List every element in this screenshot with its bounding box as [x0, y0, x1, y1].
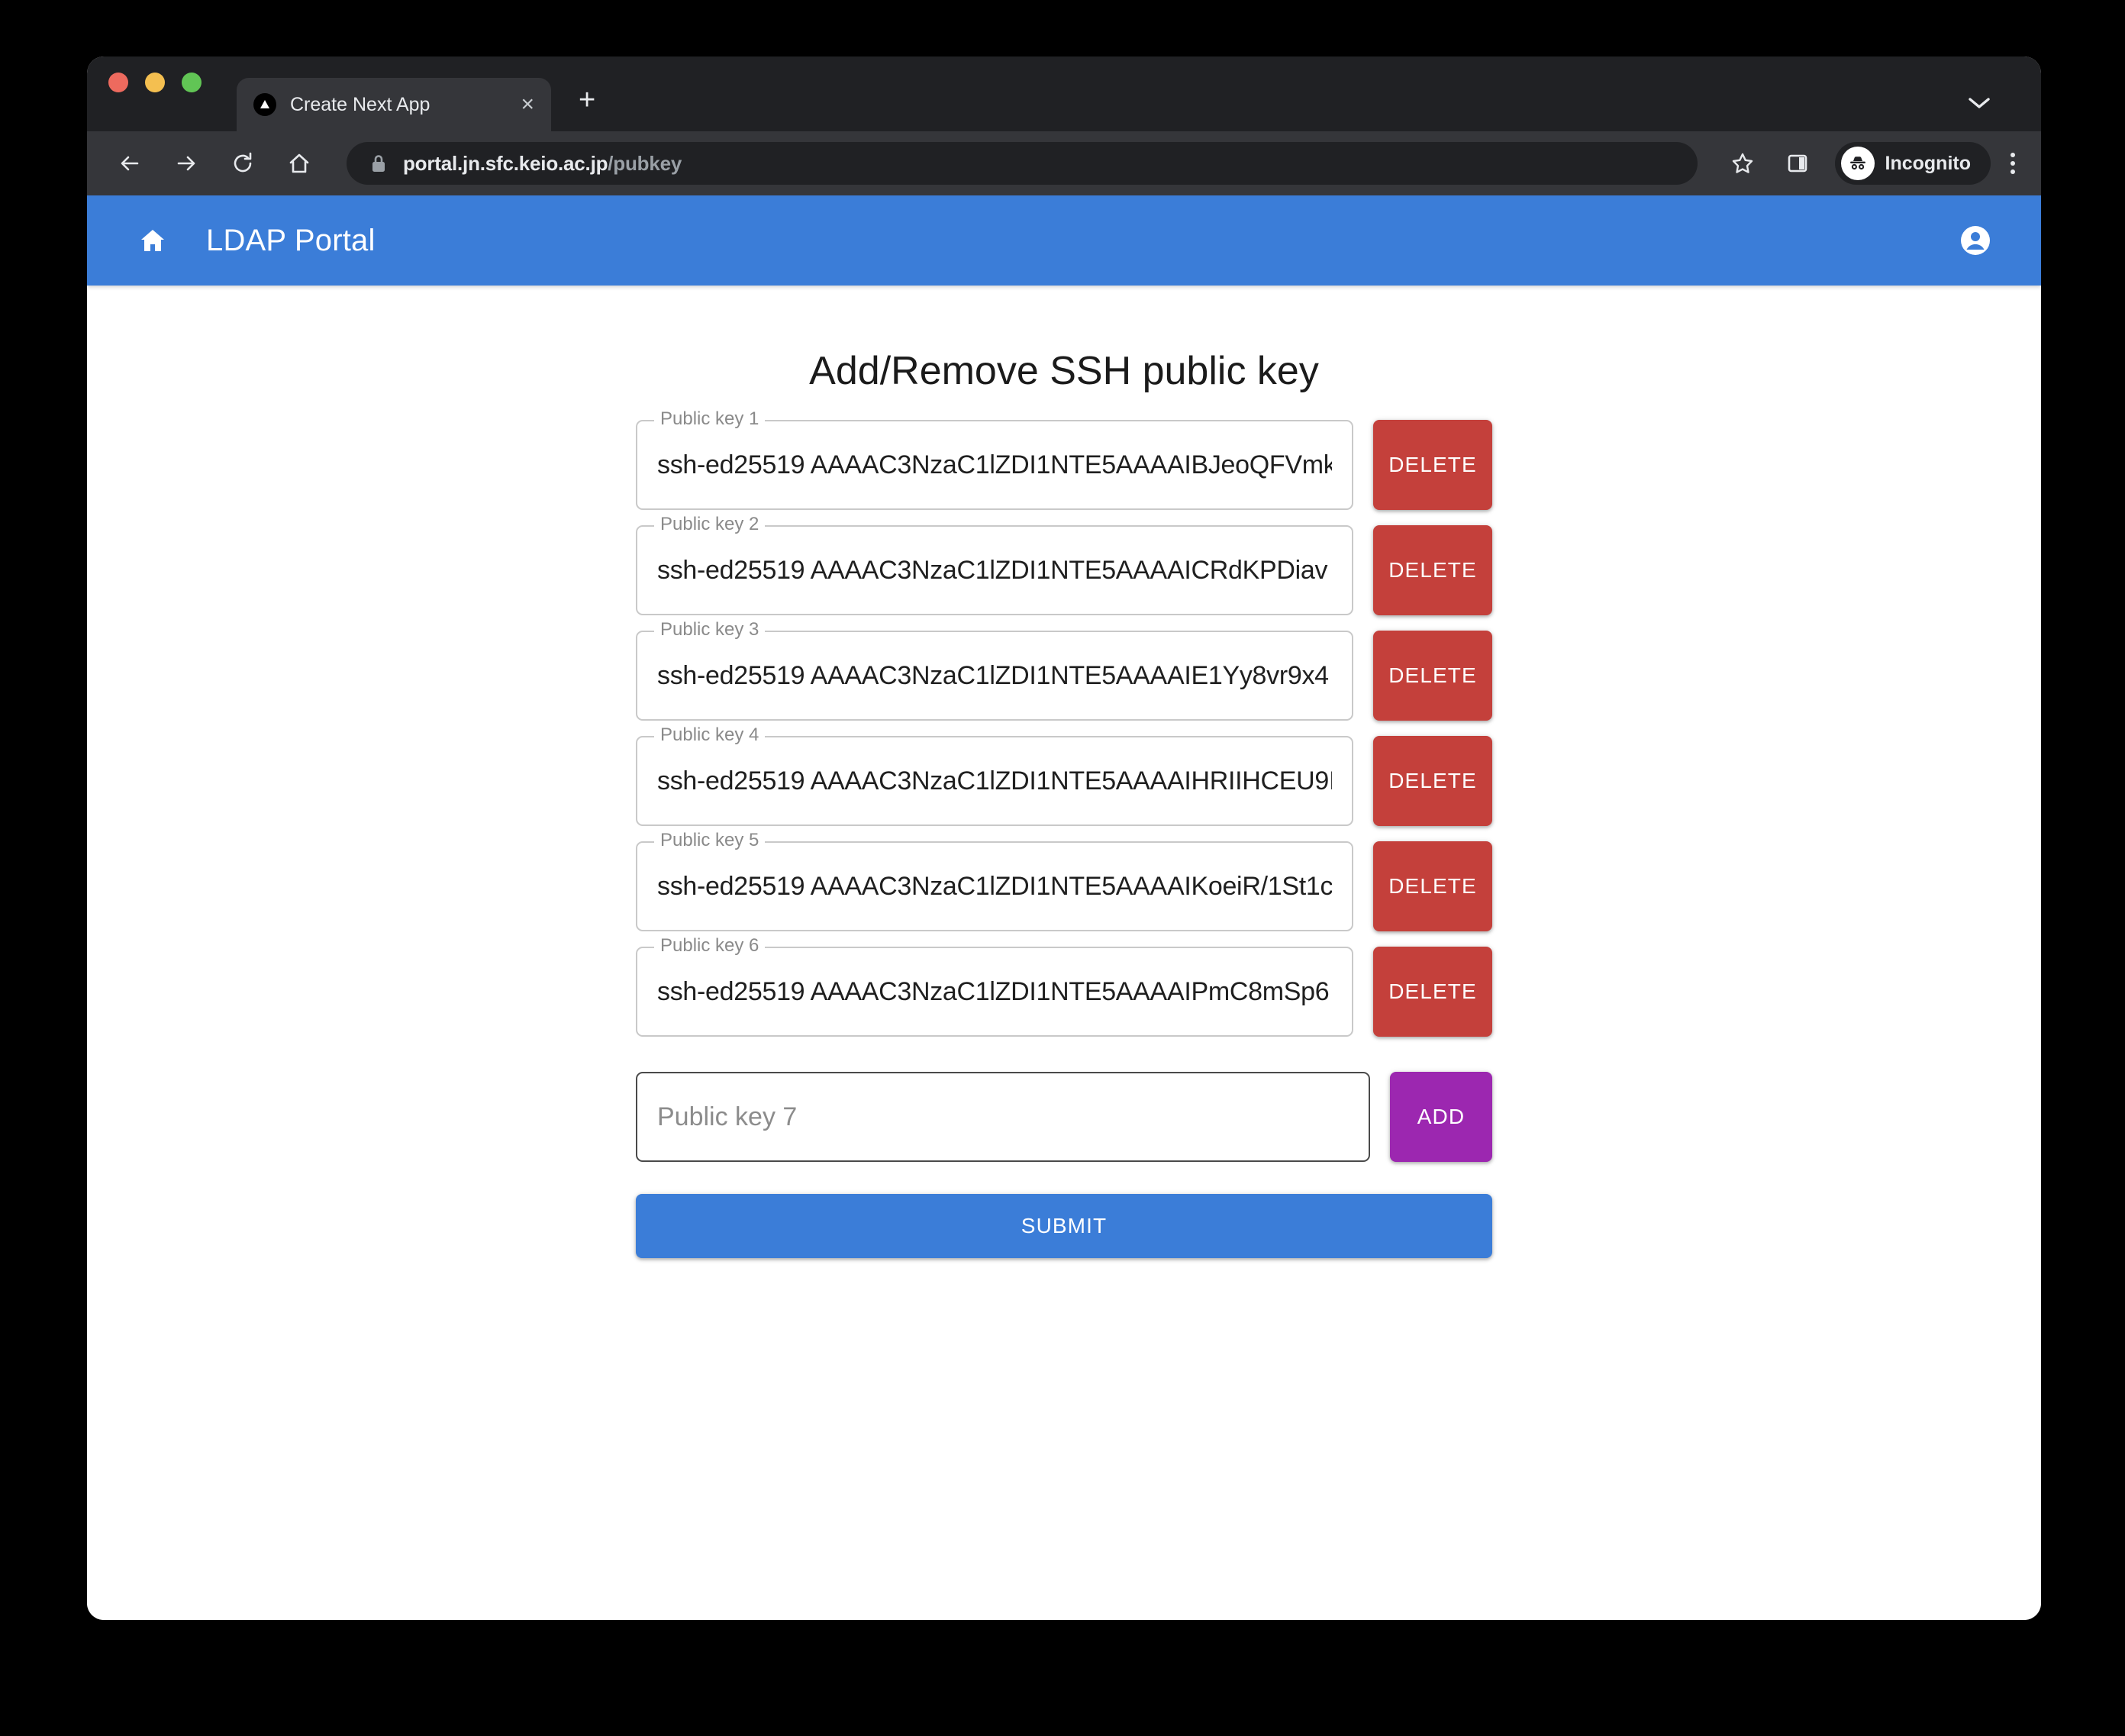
close-icon[interactable]: × [514, 93, 534, 116]
kebab-dot [2011, 161, 2015, 166]
delete-key-button-1[interactable]: DELETE [1373, 420, 1492, 510]
public-key-row: Public key 3 ssh-ed25519 AAAAC3NzaC1lZDI… [636, 631, 1492, 721]
nextjs-triangle-icon [253, 93, 276, 116]
account-circle-icon[interactable] [1954, 219, 1997, 262]
add-key-button[interactable]: ADD [1390, 1072, 1492, 1162]
kebab-dot [2011, 153, 2015, 157]
public-key-input-5[interactable]: Public key 5 ssh-ed25519 AAAAC3NzaC1lZDI… [636, 841, 1353, 931]
public-key-row: Public key 4 ssh-ed25519 AAAAC3NzaC1lZDI… [636, 736, 1492, 826]
public-key-input-6[interactable]: Public key 6 ssh-ed25519 AAAAC3NzaC1lZDI… [636, 947, 1353, 1037]
public-key-value-1: ssh-ed25519 AAAAC3NzaC1lZDI1NTE5AAAAIBJe… [657, 450, 1332, 480]
public-key-row: Public key 2 ssh-ed25519 AAAAC3NzaC1lZDI… [636, 525, 1492, 615]
pubkey-form: Public key 1 ssh-ed25519 AAAAC3NzaC1lZDI… [636, 420, 1492, 1258]
forward-arrow-icon[interactable] [169, 147, 203, 180]
star-icon[interactable] [1725, 146, 1760, 181]
public-key-value-5: ssh-ed25519 AAAAC3NzaC1lZDI1NTE5AAAAIKoe… [657, 872, 1332, 902]
tab-title: Create Next App [290, 94, 501, 116]
public-key-input-3[interactable]: Public key 3 ssh-ed25519 AAAAC3NzaC1lZDI… [636, 631, 1353, 721]
close-window-button[interactable] [108, 73, 128, 92]
add-key-row: Public key 7 ADD [636, 1072, 1492, 1162]
public-key-input-2[interactable]: Public key 2 ssh-ed25519 AAAAC3NzaC1lZDI… [636, 525, 1353, 615]
public-key-value-3: ssh-ed25519 AAAAC3NzaC1lZDI1NTE5AAAAIE1Y… [657, 661, 1332, 691]
delete-key-button-4[interactable]: DELETE [1373, 736, 1492, 826]
public-key-row: Public key 6 ssh-ed25519 AAAAC3NzaC1lZDI… [636, 947, 1492, 1037]
incognito-icon [1841, 147, 1875, 180]
public-key-value-4: ssh-ed25519 AAAAC3NzaC1lZDI1NTE5AAAAIHRI… [657, 766, 1332, 796]
kebab-dot [2011, 169, 2015, 174]
public-key-label-1: Public key 1 [654, 410, 765, 428]
page-title: LDAP Portal [206, 224, 376, 258]
public-key-label-2: Public key 2 [654, 515, 765, 534]
back-arrow-icon[interactable] [113, 147, 147, 180]
kebab-menu-icon[interactable] [2011, 153, 2015, 174]
home-icon[interactable] [131, 219, 174, 262]
incognito-badge[interactable]: Incognito [1835, 142, 1991, 185]
tab-strip: Create Next App × + [87, 56, 2041, 131]
app-bar: LDAP Portal [87, 195, 2041, 286]
delete-key-button-6[interactable]: DELETE [1373, 947, 1492, 1037]
home-icon[interactable] [282, 147, 316, 180]
public-key-label-5: Public key 5 [654, 831, 765, 850]
maximize-window-button[interactable] [182, 73, 202, 92]
new-public-key-input[interactable]: Public key 7 [636, 1072, 1370, 1162]
browser-window: Create Next App × + portal.jn.sfc.keio.a… [87, 56, 2041, 1620]
toolbar-actions: Incognito [1725, 142, 2015, 185]
public-key-label-6: Public key 6 [654, 937, 765, 955]
public-key-input-1[interactable]: Public key 1 ssh-ed25519 AAAAC3NzaC1lZDI… [636, 420, 1353, 510]
minimize-window-button[interactable] [145, 73, 165, 92]
new-public-key-placeholder: Public key 7 [657, 1102, 797, 1132]
page-heading: Add/Remove SSH public key [809, 348, 1319, 394]
lock-icon [369, 153, 388, 174]
page-viewport: LDAP Portal Add/Remove SSH public key Pu… [87, 195, 2041, 1620]
url-host: portal.jn.sfc.keio.ac.jp [403, 152, 608, 175]
delete-key-button-2[interactable]: DELETE [1373, 525, 1492, 615]
address-bar[interactable]: portal.jn.sfc.keio.ac.jp/pubkey [347, 142, 1698, 185]
delete-key-button-5[interactable]: DELETE [1373, 841, 1492, 931]
page-content: Add/Remove SSH public key Public key 1 s… [87, 286, 2041, 1620]
public-key-label-3: Public key 3 [654, 621, 765, 639]
public-key-row: Public key 1 ssh-ed25519 AAAAC3NzaC1lZDI… [636, 420, 1492, 510]
url-text: portal.jn.sfc.keio.ac.jp/pubkey [403, 152, 682, 176]
public-key-label-4: Public key 4 [654, 726, 765, 744]
browser-toolbar: portal.jn.sfc.keio.ac.jp/pubkey [87, 131, 2041, 195]
window-controls [108, 56, 202, 131]
url-path: /pubkey [608, 152, 682, 175]
delete-key-button-3[interactable]: DELETE [1373, 631, 1492, 721]
public-key-row: Public key 5 ssh-ed25519 AAAAC3NzaC1lZDI… [636, 841, 1492, 931]
browser-tab[interactable]: Create Next App × [237, 78, 551, 131]
public-key-input-4[interactable]: Public key 4 ssh-ed25519 AAAAC3NzaC1lZDI… [636, 736, 1353, 826]
incognito-label: Incognito [1885, 153, 1971, 175]
reload-icon[interactable] [226, 147, 260, 180]
chevron-down-icon[interactable] [1966, 95, 1992, 115]
side-panel-icon[interactable] [1780, 146, 1815, 181]
submit-button[interactable]: SUBMIT [636, 1194, 1492, 1258]
public-key-value-6: ssh-ed25519 AAAAC3NzaC1lZDI1NTE5AAAAIPmC… [657, 977, 1332, 1007]
plus-icon[interactable]: + [579, 86, 595, 131]
public-key-value-2: ssh-ed25519 AAAAC3NzaC1lZDI1NTE5AAAAICRd… [657, 556, 1332, 586]
